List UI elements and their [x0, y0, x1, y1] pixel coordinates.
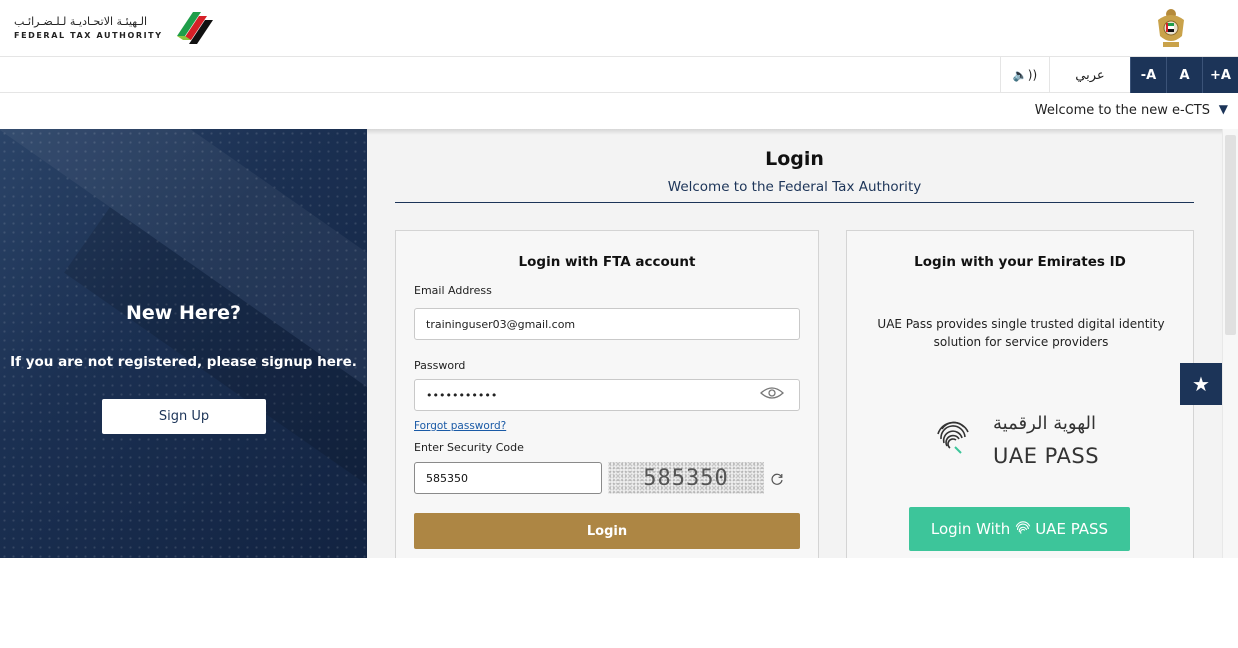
uae-pass-button-prefix: Login With — [930, 520, 1011, 538]
forgot-password-link[interactable]: Forgot password? — [414, 420, 506, 432]
uae-pass-english: UAE PASS — [993, 444, 1100, 468]
fta-logo-icon — [176, 12, 213, 44]
font-decrease-button[interactable]: -A — [1130, 57, 1166, 93]
uae-pass-logo: الهوية الرقمية UAE PASS — [933, 413, 1113, 473]
fta-logo-english: FEDERAL TAX AUTHORITY — [14, 31, 163, 40]
page-subtitle: Welcome to the Federal Tax Authority — [667, 179, 922, 195]
text-to-speech-button[interactable]: 🔈)) — [1000, 57, 1050, 93]
security-code-label: Enter Security Code — [414, 441, 524, 454]
signup-panel: New Here? If you are not registered, ple… — [0, 129, 367, 558]
ticker-text[interactable]: Welcome to the new e-CTS — [1035, 103, 1210, 118]
section-shadow — [367, 129, 1238, 135]
new-here-heading: New Here? — [125, 302, 242, 324]
captcha-image: 585350 — [608, 462, 764, 494]
language-switch-link[interactable]: عربي — [1050, 57, 1130, 93]
emirates-id-title: Login with your Emirates ID — [914, 254, 1126, 270]
show-password-icon[interactable] — [760, 386, 784, 400]
announcement-ticker: Welcome to the new e-CTS ▼ — [0, 93, 1238, 129]
page-title: Login — [765, 148, 824, 170]
favorite-star-button[interactable]: ★ — [1180, 363, 1222, 405]
email-field[interactable] — [414, 308, 800, 340]
viewport: الـهيئـة الاتحـاديـة لـلـضـرائـب FEDERAL… — [0, 0, 1238, 558]
emirates-id-card: Login with your Emirates ID UAE Pass pro… — [846, 230, 1194, 558]
fta-logo-text: الـهيئـة الاتحـاديـة لـلـضـرائـب FEDERAL… — [14, 14, 163, 42]
email-label: Email Address — [414, 284, 492, 297]
uae-emblem-icon — [1158, 9, 1184, 47]
uae-pass-arabic: الهوية الرقمية — [993, 413, 1096, 434]
uae-pass-description: UAE Pass provides single trusted digital… — [877, 317, 1165, 349]
fingerprint-icon — [1015, 521, 1031, 534]
fta-logo-arabic: الـهيئـة الاتحـاديـة لـلـضـرائـب — [14, 15, 148, 28]
fta-login-card: Login with FTA account Email Address Pas… — [395, 230, 819, 558]
fingerprint-icon — [937, 421, 969, 454]
ticker-toggle-icon[interactable]: ▼ — [1219, 102, 1228, 116]
refresh-captcha-icon[interactable] — [770, 472, 784, 486]
security-code-field[interactable] — [414, 462, 602, 494]
uae-pass-button-brand: UAE PASS — [1035, 520, 1109, 538]
login-with-uae-pass-button[interactable]: Login With UAE PASS — [909, 507, 1130, 551]
signup-hint: If you are not registered, please signup… — [10, 354, 357, 370]
speaker-icon: 🔈)) — [1012, 68, 1038, 82]
password-label: Password — [414, 359, 466, 372]
vertical-scrollbar[interactable] — [1222, 129, 1238, 558]
password-field[interactable] — [414, 379, 800, 411]
accessibility-toolbar: 🔈)) عربي -A A +A — [0, 57, 1238, 93]
captcha-text: 585350 — [643, 465, 729, 491]
login-main: Login Welcome to the Federal Tax Authori… — [367, 129, 1238, 558]
sign-up-button[interactable]: Sign Up — [102, 399, 266, 434]
scrollbar-thumb[interactable] — [1225, 135, 1236, 335]
fta-login-title: Login with FTA account — [518, 254, 696, 270]
top-header: الـهيئـة الاتحـاديـة لـلـضـرائـب FEDERAL… — [0, 0, 1238, 57]
login-button[interactable]: Login — [414, 513, 800, 549]
font-increase-button[interactable]: +A — [1202, 57, 1238, 93]
fta-logo[interactable]: الـهيئـة الاتحـاديـة لـلـضـرائـب FEDERAL… — [14, 6, 217, 50]
star-icon: ★ — [1192, 372, 1210, 396]
title-divider — [395, 202, 1194, 203]
font-reset-button[interactable]: A — [1166, 57, 1202, 93]
